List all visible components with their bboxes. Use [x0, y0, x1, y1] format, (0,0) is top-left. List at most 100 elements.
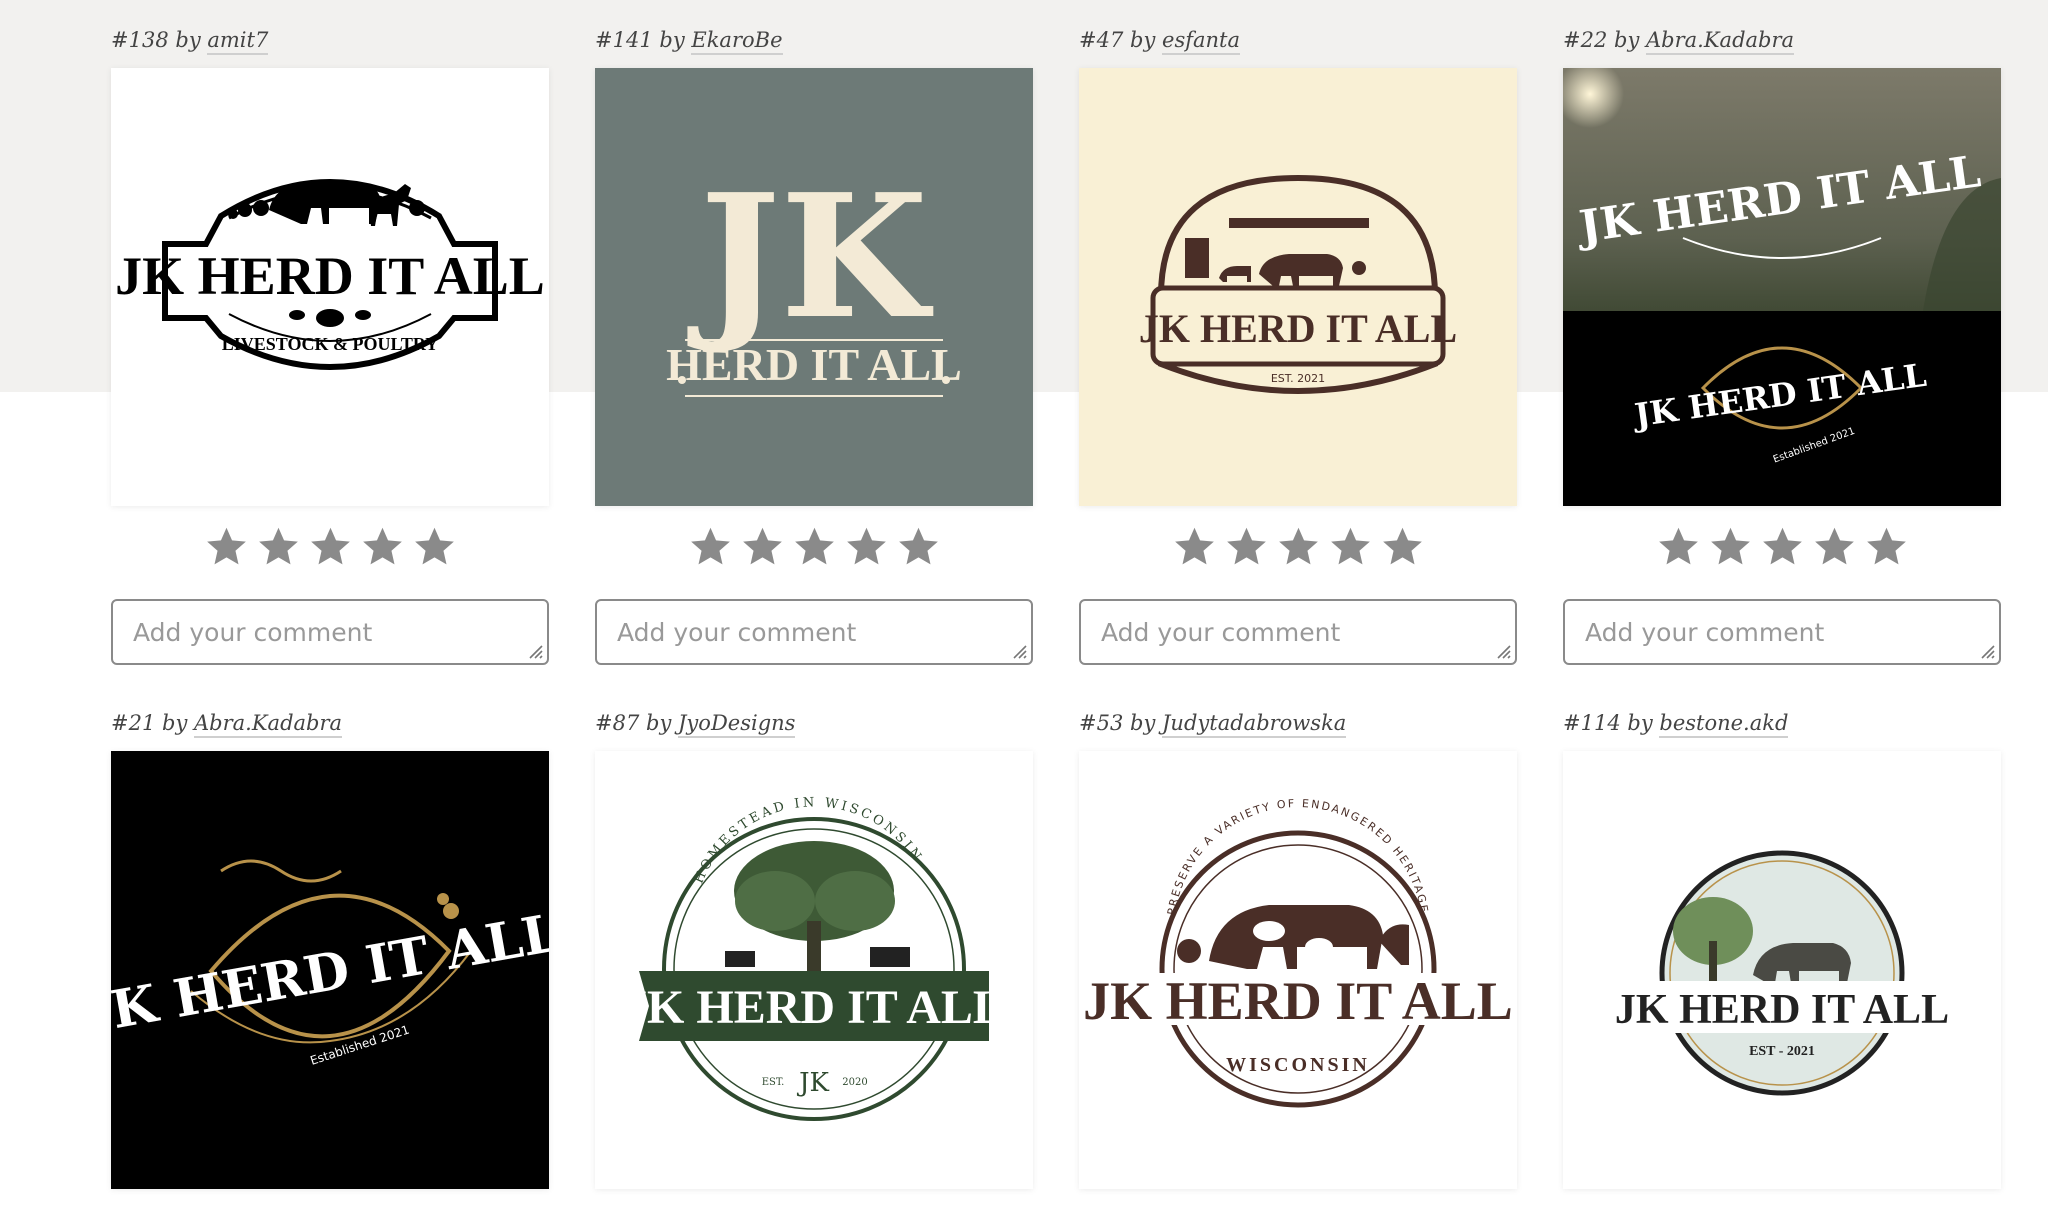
star-icon[interactable]: [413, 525, 456, 568]
star-icon[interactable]: [1865, 525, 1908, 568]
logo-year: 2020: [842, 1077, 867, 1088]
designer-link[interactable]: Judytadabrowska: [1162, 711, 1347, 738]
star-icon[interactable]: [257, 525, 300, 568]
entry-thumbnail[interactable]: JK HERD IT ALL EST - 2021: [1563, 751, 2001, 1189]
entry-number: #21: [111, 711, 156, 735]
star-icon[interactable]: [1381, 525, 1424, 568]
star-icon[interactable]: [1329, 525, 1372, 568]
star-icon[interactable]: [1173, 525, 1216, 568]
star-icon[interactable]: [1225, 525, 1268, 568]
logo-image: PRESERVE A VARIETY OF ENDANGERED HERITAG…: [1083, 797, 1513, 1108]
star-icon[interactable]: [1813, 525, 1856, 568]
resize-grip-icon[interactable]: [526, 642, 544, 660]
logo-title: JK HERD IT ALL: [623, 981, 1005, 1034]
by-label: by: [646, 711, 672, 735]
designer-link[interactable]: Abra.Kadabra: [194, 711, 343, 738]
logo-image: JK HERD IT ALL EST - 2021: [1615, 850, 1949, 1096]
star-rating[interactable]: [1079, 518, 1517, 574]
logo-est: EST. 2021: [1271, 372, 1325, 385]
entry-number: #53: [1079, 711, 1124, 735]
comment-input[interactable]: Add your comment: [111, 599, 549, 665]
designer-link[interactable]: esfanta: [1162, 28, 1240, 55]
comment-placeholder: Add your comment: [617, 618, 857, 647]
comment-placeholder: Add your comment: [1101, 618, 1341, 647]
logo-image: JK HERD IT ALL EST. 2021: [1139, 174, 1457, 394]
star-rating[interactable]: [111, 518, 549, 574]
entry-number: #138: [111, 28, 169, 52]
entry-number: #47: [1079, 28, 1124, 52]
comment-input[interactable]: Add your comment: [1563, 599, 2001, 665]
entry-meta: #141 by EkaroBe: [595, 28, 783, 55]
logo-title: HERD IT ALL: [666, 339, 962, 390]
logo-est: EST - 2021: [1749, 1044, 1815, 1059]
logo-title: JK HERD IT ALL: [1139, 306, 1457, 351]
farm-animals-icon: [228, 182, 425, 226]
logo-title: JK HERD IT ALL: [115, 246, 545, 306]
star-icon[interactable]: [897, 525, 940, 568]
star-icon[interactable]: [1761, 525, 1804, 568]
logo-arc-text: PRESERVE A VARIETY OF ENDANGERED HERITAG…: [1165, 797, 1431, 916]
entry-meta: #47 by esfanta: [1079, 28, 1240, 55]
logo-monogram: JK: [796, 1068, 829, 1098]
designer-link[interactable]: amit7: [207, 28, 269, 55]
by-label: by: [175, 28, 201, 52]
logo-subtitle: LIVESTOCK & POULTRY: [222, 334, 438, 354]
entry-thumbnail[interactable]: PRESERVE A VARIETY OF ENDANGERED HERITAG…: [1079, 751, 1517, 1189]
designer-link[interactable]: bestone.akd: [1659, 711, 1789, 738]
designer-link[interactable]: EkaroBe: [691, 28, 783, 55]
logo-est: EST.: [762, 1077, 785, 1088]
entry-thumbnail[interactable]: JK HERD IT ALL: [595, 68, 1033, 506]
star-rating[interactable]: [1563, 518, 2001, 574]
by-label: by: [162, 711, 188, 735]
star-rating[interactable]: [595, 518, 1033, 574]
star-icon[interactable]: [361, 525, 404, 568]
star-icon[interactable]: [793, 525, 836, 568]
bee-icon: [289, 309, 371, 327]
comment-input[interactable]: Add your comment: [595, 599, 1033, 665]
entry-meta: #53 by Judytadabrowska: [1079, 711, 1347, 738]
comment-placeholder: Add your comment: [1585, 618, 1825, 647]
by-label: by: [1130, 28, 1156, 52]
entry-thumbnail[interactable]: JK HERD IT ALL JK HERD IT ALL Establishe…: [1563, 68, 2001, 506]
logo-image: HOMESTEAD IN WISCONSIN JK HERD IT ALL ES…: [623, 795, 1005, 1121]
logo-title: JK HERD IT ALL: [111, 902, 549, 1046]
logo-title: JK HERD IT ALL: [1615, 987, 1949, 1033]
entry-meta: #87 by JyoDesigns: [595, 711, 796, 738]
designer-link[interactable]: Abra.Kadabra: [1646, 28, 1795, 55]
star-icon[interactable]: [309, 525, 352, 568]
star-icon[interactable]: [1709, 525, 1752, 568]
entry-thumbnail[interactable]: HOMESTEAD IN WISCONSIN JK HERD IT ALL ES…: [595, 751, 1033, 1189]
by-label: by: [1130, 711, 1156, 735]
entry-meta: #138 by amit7: [111, 28, 269, 55]
resize-grip-icon[interactable]: [1978, 642, 1996, 660]
farm-scene-icon: [1185, 218, 1369, 286]
entry-meta: #114 by bestone.akd: [1563, 711, 1789, 738]
star-icon[interactable]: [845, 525, 888, 568]
comment-input[interactable]: Add your comment: [1079, 599, 1517, 665]
star-icon[interactable]: [689, 525, 732, 568]
star-icon[interactable]: [741, 525, 784, 568]
entry-thumbnail[interactable]: JK HERD IT ALL LIVESTOCK & POULTRY: [111, 68, 549, 506]
entry-meta: #21 by Abra.Kadabra: [111, 711, 343, 738]
logo-image: JK HERD IT ALL JK HERD IT ALL Establishe…: [1563, 68, 2001, 506]
designer-link[interactable]: JyoDesigns: [678, 711, 796, 738]
by-label: by: [659, 28, 685, 52]
entry-meta: #22 by Abra.Kadabra: [1563, 28, 1795, 55]
star-icon[interactable]: [1277, 525, 1320, 568]
logo-image: JK HERD IT ALL Established 2021: [111, 859, 549, 1068]
resize-grip-icon[interactable]: [1494, 642, 1512, 660]
entry-thumbnail[interactable]: JK HERD IT ALL Established 2021: [111, 751, 549, 1189]
entry-thumbnail[interactable]: JK HERD IT ALL EST. 2021: [1079, 68, 1517, 506]
logo-monogram: JK: [687, 157, 933, 357]
by-label: by: [1627, 711, 1653, 735]
logo-image: JK HERD IT ALL LIVESTOCK & POULTRY: [115, 179, 545, 370]
entry-number: #141: [595, 28, 653, 52]
logo-subtitle: WISCONSIN: [1226, 1054, 1370, 1076]
comment-placeholder: Add your comment: [133, 618, 373, 647]
by-label: by: [1614, 28, 1640, 52]
star-icon[interactable]: [1657, 525, 1700, 568]
resize-grip-icon[interactable]: [1010, 642, 1028, 660]
star-icon[interactable]: [205, 525, 248, 568]
entry-number: #87: [595, 711, 640, 735]
cow-icon: [1177, 905, 1409, 969]
